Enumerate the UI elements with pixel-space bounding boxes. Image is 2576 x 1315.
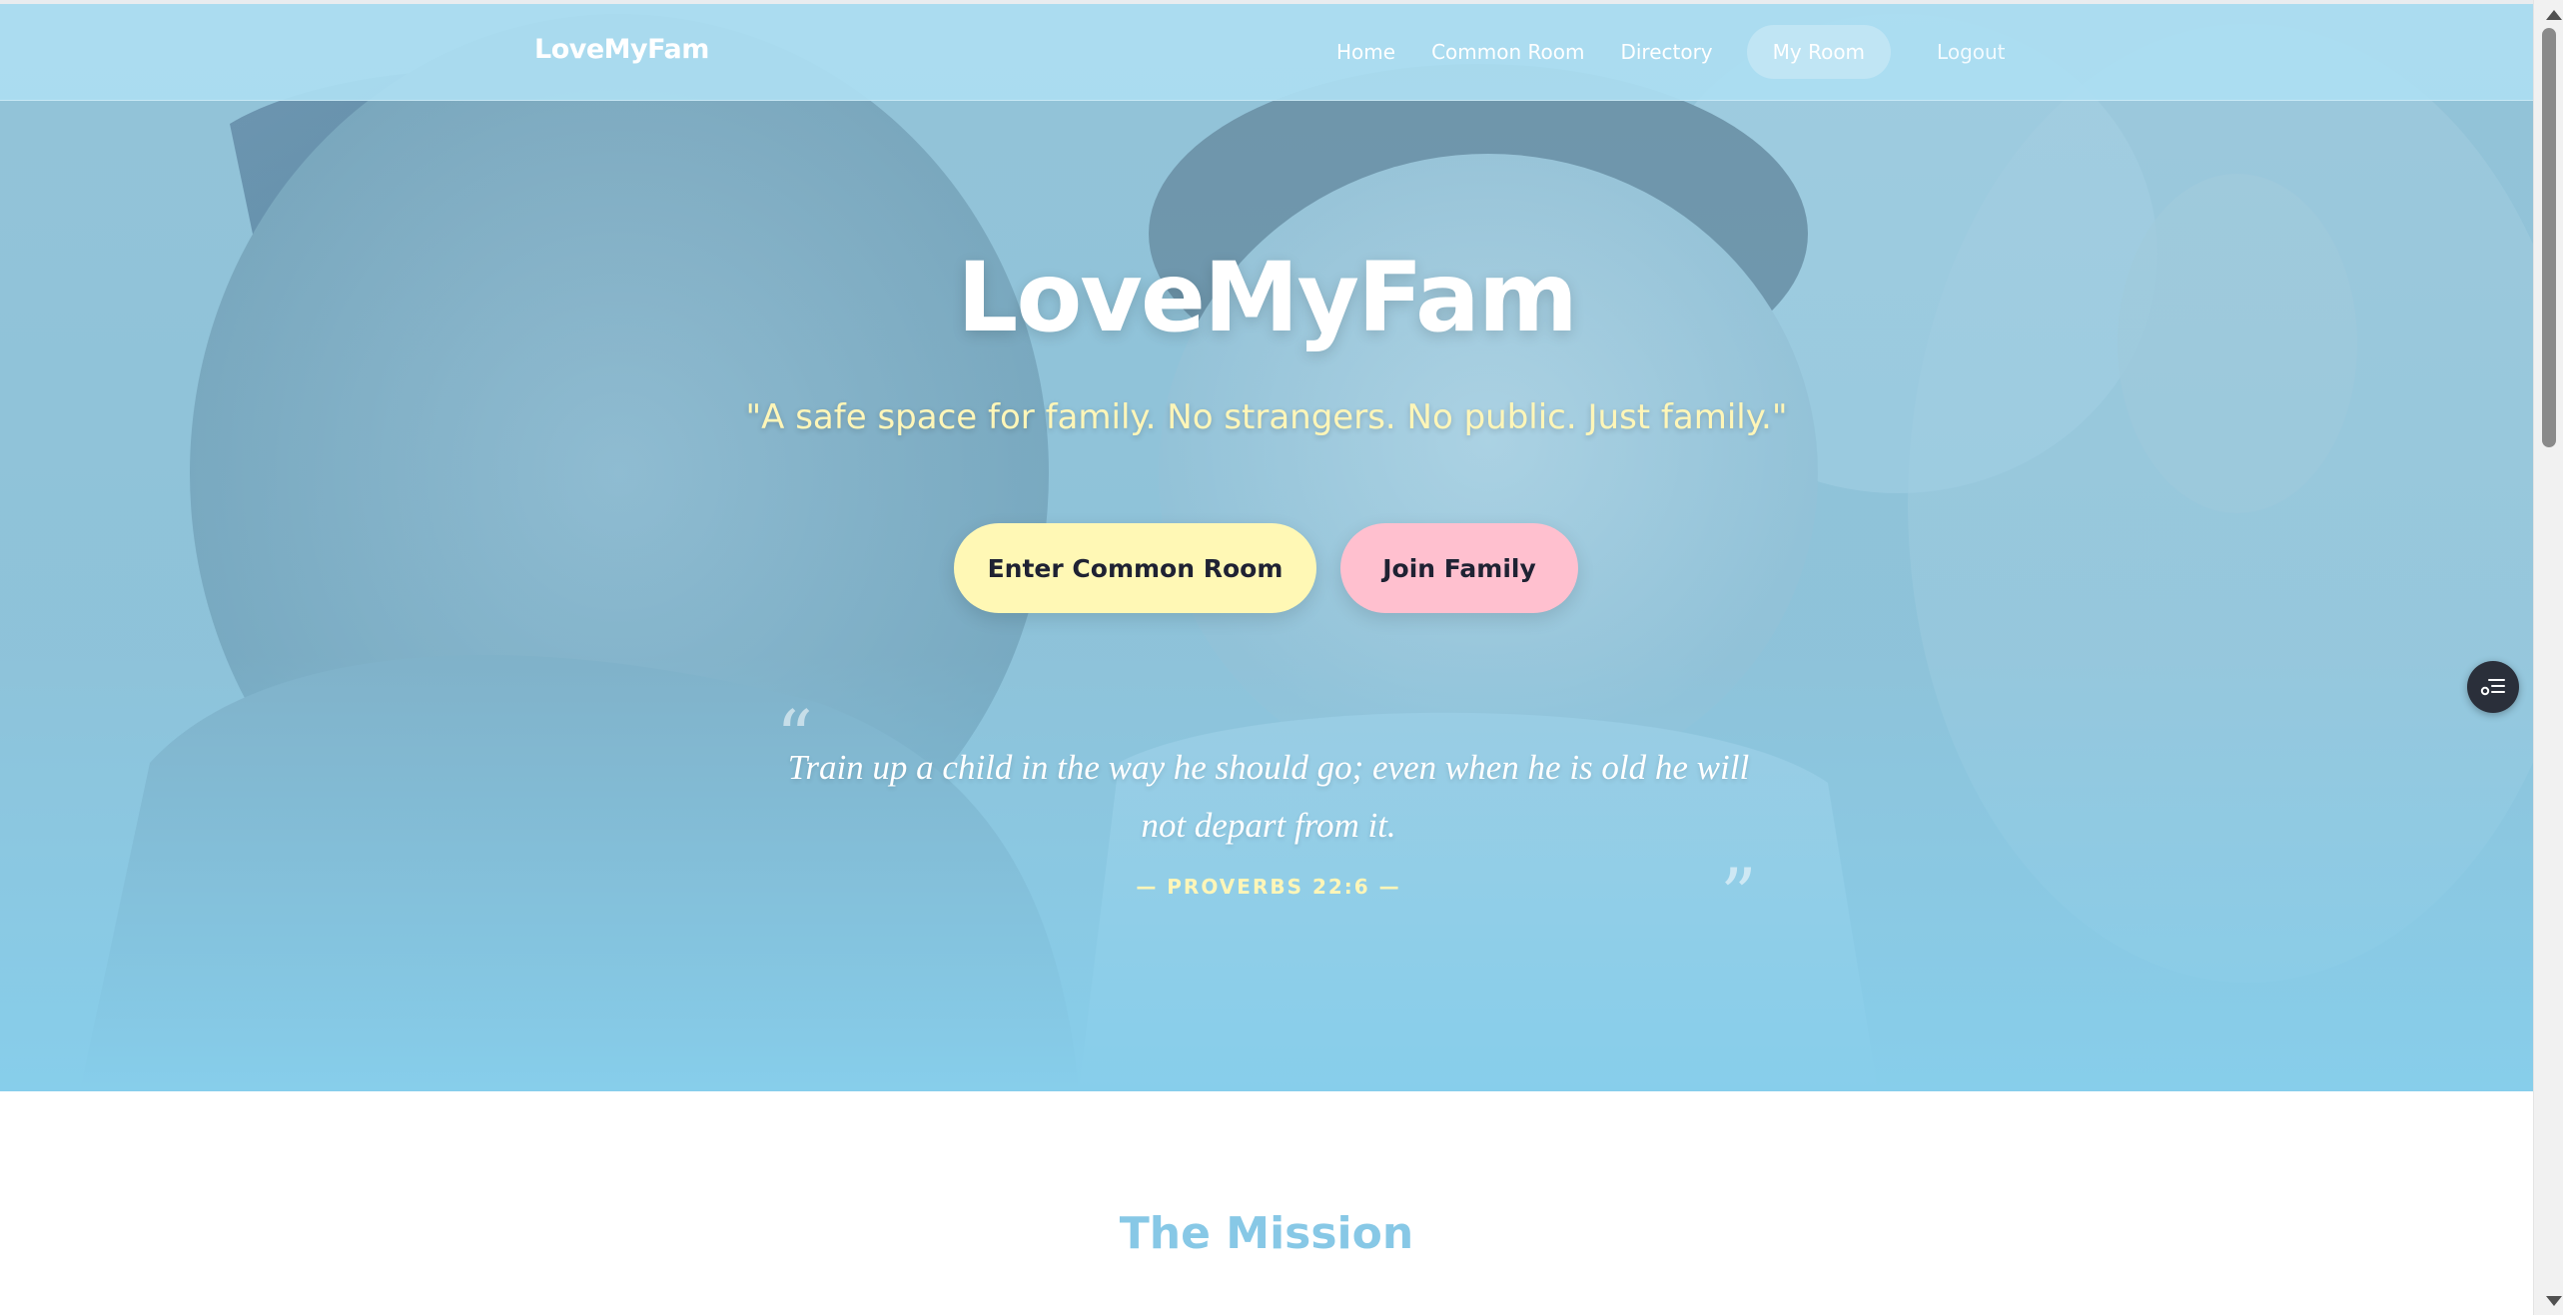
nav-link-common-room[interactable]: Common Room [1413, 25, 1602, 79]
hero-cta-group: Enter Common Room Join Family [954, 523, 1578, 613]
settings-list-icon[interactable] [2467, 661, 2519, 713]
browser-viewport: LoveMyFam "A safe space for family. No s… [0, 0, 2533, 1315]
window-edge [2563, 0, 2576, 1315]
quote-reference: — PROVERBS 22:6 — [1136, 875, 1401, 899]
scroll-down-arrow-icon[interactable] [2546, 1296, 2562, 1306]
hero-tagline: "A safe space for family. No strangers. … [745, 397, 1788, 437]
top-navbar: LoveMyFam Home Common Room Directory My … [0, 4, 2533, 101]
nav-link-my-room[interactable]: My Room [1746, 25, 1892, 79]
nav-link-directory[interactable]: Directory [1602, 25, 1730, 79]
nav-link-home[interactable]: Home [1318, 25, 1413, 79]
enter-common-room-button[interactable]: Enter Common Room [954, 523, 1316, 613]
brand-logo[interactable]: LoveMyFam [534, 34, 709, 65]
mission-heading: The Mission [1119, 1208, 1414, 1259]
scrollbar-thumb[interactable] [2542, 28, 2556, 447]
nav-links: Home Common Room Directory My Room Logou… [1318, 24, 2024, 80]
settings-list-glyph [2480, 679, 2505, 696]
scroll-up-arrow-icon[interactable] [2546, 10, 2562, 20]
join-family-button[interactable]: Join Family [1340, 523, 1578, 613]
hero-title: LoveMyFam [957, 242, 1578, 353]
nav-link-logout[interactable]: Logout [1919, 25, 2023, 79]
close-quote-icon: ” [1720, 853, 1757, 937]
hero-section: LoveMyFam "A safe space for family. No s… [0, 4, 2533, 1091]
quote-text: Train up a child in the way he should go… [787, 748, 1750, 845]
scripture-quote: “ Train up a child in the way he should … [769, 695, 1768, 937]
